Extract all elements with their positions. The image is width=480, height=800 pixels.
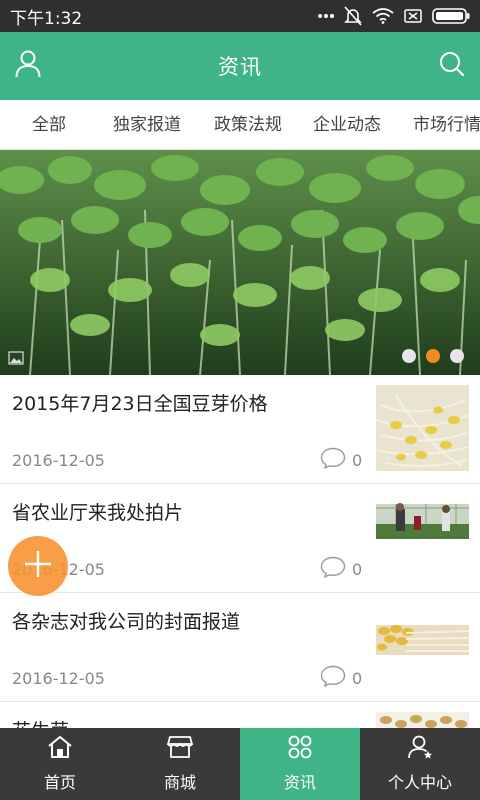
news-list: 2015年7月23日全国豆芽价格 2016-12-05 0 省农业厅来我处拍片 … [0,375,480,728]
wifi-icon [372,8,394,24]
comment-count-value: 0 [352,450,363,470]
nav-label: 资讯 [283,773,316,792]
carousel-dot-active[interactable] [426,349,440,363]
tab-all[interactable]: 全部 [32,100,66,149]
news-thumbnail [376,712,469,728]
news-item[interactable]: 2015年7月23日全国豆芽价格 2016-12-05 0 [0,375,480,484]
status-bar: 下午1:32 [0,0,480,32]
grid-icon [287,735,313,763]
nav-news[interactable]: 资讯 [240,728,360,800]
news-item[interactable]: 花生芽 [0,702,480,728]
news-title: 花生芽 [12,716,69,728]
tab-exclusive[interactable]: 独家报道 [113,100,181,149]
ellipsis-icon [318,13,334,19]
home-icon [47,735,73,763]
news-title: 各杂志对我公司的封面报道 [12,611,241,633]
search-icon [439,51,465,81]
news-date: 2016-12-05 [12,451,105,470]
add-button[interactable] [8,536,68,596]
comment-count: 0 [320,447,362,473]
comment-count-value: 0 [352,668,363,688]
sim-icon [404,9,422,23]
comment-icon [320,556,346,582]
carousel-indicators [402,349,464,363]
nav-label: 首页 [43,773,76,792]
news-thumbnail [376,385,469,471]
profile-icon [407,735,433,763]
category-tabs: 全部 独家报道 政策法规 企业动态 市场行情 [0,100,480,150]
image-icon [8,351,24,365]
nav-label: 个人中心 [387,773,452,792]
comment-icon [320,665,346,691]
news-item[interactable]: 省农业厅来我处拍片 2016-12-05 0 [0,484,480,593]
news-item[interactable]: 各杂志对我公司的封面报道 2016-12-05 0 [0,593,480,702]
comment-count: 0 [320,556,362,582]
tab-market[interactable]: 市场行情 [413,100,480,149]
nav-label: 商城 [163,773,196,792]
news-date: 2016-12-05 [12,669,105,688]
comment-icon [320,447,346,473]
banner-image [0,150,480,375]
store-icon [166,735,194,763]
plus-icon [23,549,53,583]
comment-count: 0 [320,665,362,691]
tab-policy[interactable]: 政策法规 [214,100,282,149]
app-header: 资讯 [0,32,480,100]
news-thumbnail [376,494,469,580]
bottom-nav: 首页 商城 资讯 个人中心 [0,728,480,800]
search-button[interactable] [424,32,480,100]
carousel-dot[interactable] [402,349,416,363]
silent-icon [344,6,362,26]
profile-button[interactable] [0,32,56,100]
page-title: 资讯 [218,55,262,79]
news-title: 2015年7月23日全国豆芽价格 [12,393,268,415]
status-time: 下午1:32 [10,8,83,29]
user-icon [15,50,41,82]
nav-store[interactable]: 商城 [120,728,240,800]
nav-home[interactable]: 首页 [0,728,120,800]
news-thumbnail [376,603,469,689]
carousel-dot[interactable] [450,349,464,363]
nav-profile[interactable]: 个人中心 [360,728,480,800]
comment-count-value: 0 [352,559,363,579]
tab-company-news[interactable]: 企业动态 [313,100,381,149]
banner-carousel[interactable] [0,150,480,375]
news-title: 省农业厅来我处拍片 [12,502,184,524]
battery-icon [432,8,470,24]
